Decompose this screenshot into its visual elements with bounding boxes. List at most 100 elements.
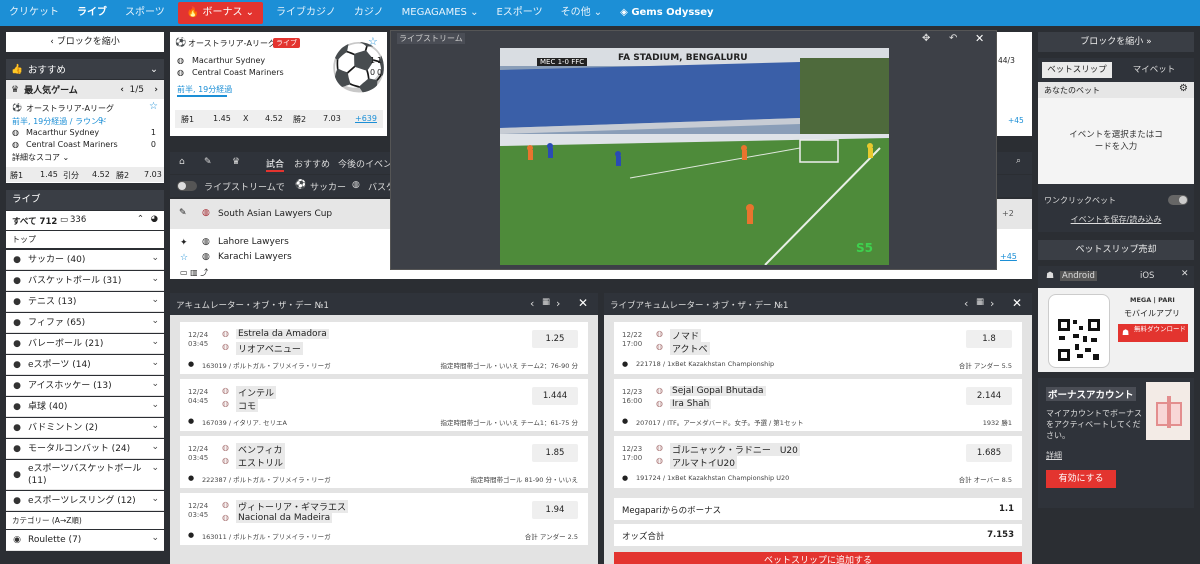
- tab-recommended[interactable]: おすすめ: [294, 157, 330, 170]
- globe-icon[interactable]: ◕: [151, 214, 158, 224]
- featured-match-card-2[interactable]: 44/3 +45: [996, 32, 1032, 136]
- right-more[interactable]: +45: [1008, 116, 1024, 125]
- item-team2: アクトベ: [670, 342, 710, 355]
- calendar-icon[interactable]: ▦: [976, 297, 984, 307]
- nav-sports[interactable]: スポーツ: [116, 0, 174, 26]
- star-icon[interactable]: ☆: [149, 101, 158, 112]
- popout-icon[interactable]: ↶: [949, 33, 957, 44]
- tab-android[interactable]: Android: [1060, 271, 1097, 281]
- add-to-betslip-button[interactable]: ベットスリップに追加する: [614, 552, 1022, 564]
- star-icon[interactable]: ☆: [180, 253, 188, 263]
- close-icon[interactable]: ✕: [578, 296, 588, 310]
- chevron-left-icon[interactable]: ‹: [120, 85, 124, 95]
- left-shrink-button[interactable]: ‹ ブロックを縮小: [6, 32, 164, 52]
- chevron-left-icon[interactable]: ‹: [964, 297, 968, 310]
- tv-icon[interactable]: ▭ ▥ ⤴: [180, 267, 208, 278]
- item-team1: Sejal Gopal Bhutada: [670, 386, 766, 396]
- close-icon[interactable]: ✕: [975, 32, 984, 45]
- nav-megagames[interactable]: MEGAGAMES ⌄: [393, 0, 488, 26]
- sport-item[interactable]: ● テニス (13) ⌄: [6, 292, 164, 312]
- tab-betslip[interactable]: ベットスリップ: [1042, 62, 1112, 78]
- item-odd[interactable]: 1.94: [532, 501, 578, 519]
- accumulator-item[interactable]: 12/24 03:45 ◍ Estrela da Amadora ◍ リオアベニュー 1.2…: [180, 322, 588, 374]
- nav-cricket[interactable]: クリケット: [0, 0, 68, 26]
- odd-value-x[interactable]: 4.52: [92, 170, 110, 179]
- sport-item[interactable]: ● 卓球 (40) ⌄: [6, 397, 164, 417]
- sport-item[interactable]: ● バレーボール (21) ⌄: [6, 334, 164, 354]
- video-frame[interactable]: MEC 1-0 FFC FA STADIUM, BENGALURU S5: [500, 48, 889, 265]
- betslip-sale-button[interactable]: ベットスリップ売却: [1038, 240, 1194, 260]
- gear-icon[interactable]: ⚙: [1179, 83, 1188, 94]
- sport-item[interactable]: ● eスポーツ (14) ⌄: [6, 355, 164, 375]
- close-icon[interactable]: ✕: [1012, 296, 1022, 310]
- accumulator-item[interactable]: 12/22 17:00 ◍ ノマド ◍ アクトベ 1.8 ● 221718 / 1xBet Ka…: [614, 322, 1022, 374]
- chevron-right-icon[interactable]: ›: [154, 85, 158, 95]
- featured-header[interactable]: 👍 おすすめ ⌄: [6, 59, 164, 79]
- accumulator-item[interactable]: 12/24 03:45 ◍ ベンフィカ ◍ エストリル 1.85 ● 222387 / ポルトガ…: [180, 436, 588, 488]
- stream-toggle[interactable]: [177, 181, 197, 191]
- nav-live[interactable]: ライブ: [68, 0, 116, 26]
- item-odd[interactable]: 2.144: [966, 387, 1012, 405]
- chevron-left-icon[interactable]: ‹: [530, 297, 534, 310]
- sport-item[interactable]: ● eスポーツレスリング (12) ⌄: [6, 491, 164, 511]
- nav-gems-odyssey[interactable]: ◈ Gems Odyssey: [611, 0, 722, 26]
- sport-item[interactable]: ● アイスホッケー (13) ⌄: [6, 376, 164, 396]
- home-icon[interactable]: ⌂: [179, 157, 185, 167]
- pin-icon[interactable]: ✦: [180, 238, 188, 248]
- popular-match-card[interactable]: ⚽ オーストラリア-Aリーグ ☆ 前半, 19分経過 / ラウンド 9 ◍ Ma…: [6, 99, 164, 183]
- accumulator-item[interactable]: 12/23 17:00 ◍ ゴルニャック・ラドニー U20 ◍ アルマトイU20 1.685…: [614, 436, 1022, 488]
- activate-button[interactable]: 有効にする: [1046, 470, 1116, 488]
- item-odd[interactable]: 1.444: [532, 387, 578, 405]
- plus45-link[interactable]: +45: [1000, 252, 1017, 261]
- save-load-link[interactable]: イベントを保存/読み込み: [1038, 214, 1194, 228]
- nav-more[interactable]: その他 ⌄: [552, 0, 612, 26]
- sport-tab-soccer[interactable]: サッカー: [310, 180, 346, 193]
- chevron-right-icon[interactable]: ›: [556, 297, 560, 310]
- tab-mybets[interactable]: マイベット: [1118, 62, 1190, 78]
- move-icon[interactable]: ✥: [922, 33, 930, 44]
- tools-icon[interactable]: ✎: [204, 157, 212, 167]
- item-odd[interactable]: 1.25: [532, 330, 578, 348]
- odd-value-1[interactable]: 1.45: [213, 114, 231, 123]
- sport-item[interactable]: ● モータルコンバット (24) ⌄: [6, 439, 164, 459]
- app-card: MEGA | PARI モバイルアプリ 無料ダウンロード ☗: [1038, 288, 1194, 372]
- featured-match-card[interactable]: ⚽ オーストラリア-Aリーグ ライブ ☆ ⚽ ◍ Macarthur Sydne…: [170, 32, 387, 136]
- chevron-down-icon: ⌄: [151, 421, 159, 431]
- nav-esports[interactable]: Eスポーツ: [487, 0, 551, 26]
- nav-bonus[interactable]: 🔥 ボーナス ⌄: [177, 2, 264, 24]
- accumulator-item[interactable]: 12/24 03:45 ◍ ヴィトーリア・ギマラエス ◍ Nacional da Made…: [180, 493, 588, 545]
- item-odd[interactable]: 1.85: [532, 444, 578, 462]
- all-row[interactable]: すべて 712 ▭ 336 ⌃ ◕: [6, 211, 164, 230]
- plus2-link[interactable]: +2: [1002, 209, 1014, 218]
- item-odd[interactable]: 1.685: [966, 444, 1012, 462]
- sport-item[interactable]: ● eスポーツバスケットボール (11) ⌄: [6, 460, 164, 490]
- trophy-icon[interactable]: ♛: [232, 157, 240, 167]
- detail-link[interactable]: 詳細: [1046, 450, 1062, 461]
- accumulator-item[interactable]: 12/23 16:00 ◍ Sejal Gopal Bhutada ◍ Ira Shah 2…: [614, 379, 1022, 431]
- collapse-icon[interactable]: ⌃: [137, 214, 144, 224]
- detail-score-link[interactable]: 詳細なスコア ⌄: [12, 152, 69, 163]
- nav-casino[interactable]: カジノ: [345, 0, 393, 26]
- sport-item[interactable]: ● バドミントン (2) ⌄: [6, 418, 164, 438]
- odd-value-x[interactable]: 4.52: [265, 114, 283, 123]
- tab-ios[interactable]: iOS: [1140, 271, 1154, 281]
- live-stream-panel[interactable]: ライブストリーム ✥ ↶ ✕ MEC 1-0 FFC FA STADIUM, B…: [390, 30, 997, 270]
- close-icon[interactable]: ✕: [1181, 269, 1189, 279]
- odd-value-1[interactable]: 1.45: [40, 170, 58, 179]
- odd-value-2[interactable]: 7.03: [323, 114, 341, 123]
- accumulator-item[interactable]: 12/24 04:45 ◍ インテル ◍ コモ 1.444 ● 167039 / イタリア. セ…: [180, 379, 588, 431]
- sport-item[interactable]: ● フィファ (65) ⌄: [6, 313, 164, 333]
- calendar-icon[interactable]: ▦: [542, 297, 550, 307]
- oneclick-toggle[interactable]: [1168, 195, 1188, 205]
- sport-item-roulette[interactable]: ◉ Roulette (7) ⌄: [6, 530, 164, 551]
- sport-item[interactable]: ● サッカー (40) ⌄: [6, 250, 164, 270]
- nav-live-casino[interactable]: ライブカジノ: [267, 0, 345, 26]
- right-shrink-button[interactable]: ブロックを縮小 »: [1038, 32, 1194, 52]
- search-icon[interactable]: ⌕: [1016, 156, 1021, 166]
- more-markets-link[interactable]: +639: [355, 114, 377, 123]
- sport-item[interactable]: ● バスケットボール (31) ⌄: [6, 271, 164, 291]
- odd-value-2[interactable]: 7.03: [144, 170, 162, 179]
- tab-matches[interactable]: 試合: [266, 157, 285, 172]
- item-odd[interactable]: 1.8: [966, 330, 1012, 348]
- chevron-right-icon[interactable]: ›: [990, 297, 994, 310]
